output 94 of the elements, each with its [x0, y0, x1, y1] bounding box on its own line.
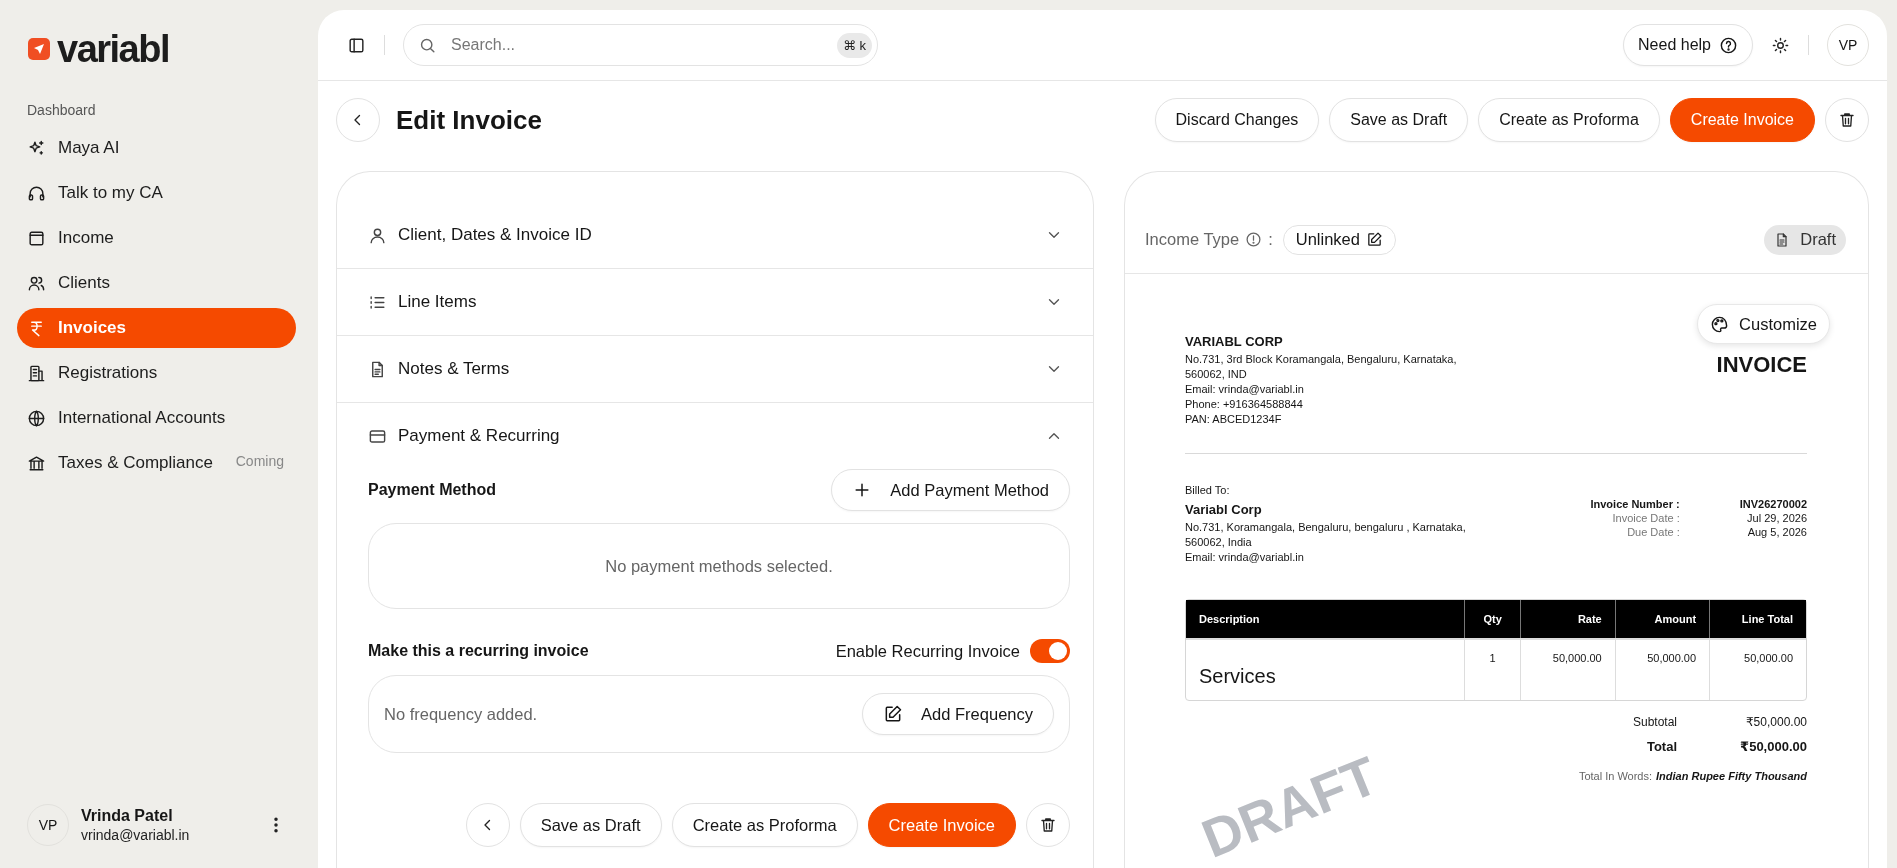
nav-item[interactable]: International Accounts [17, 398, 296, 438]
column-header: Amount [1615, 600, 1711, 638]
client-detail: 560062, India [1185, 535, 1253, 549]
user-email: vrinda@variabl.in [81, 827, 191, 843]
income-type-chip[interactable]: Unlinked [1282, 224, 1396, 255]
total-value: ₹50,000.00 [1744, 715, 1807, 729]
customize-button[interactable]: Customize [1697, 304, 1830, 344]
search-input[interactable]: Search... [449, 35, 825, 55]
company-detail: PAN: ABCED1234F [1185, 412, 1283, 426]
delete-button[interactable] [1026, 803, 1070, 847]
total-label: Total [1645, 739, 1677, 754]
total-in-words-label: Total In Words: [1578, 770, 1653, 782]
palette-icon [1710, 314, 1730, 334]
action-button[interactable]: Save as Draft [1329, 98, 1469, 142]
client-detail: Email: vrinda@variabl.in [1185, 550, 1305, 564]
column-header: Line Total [1710, 600, 1806, 638]
company-detail: Email: vrinda@variabl.in [1185, 382, 1305, 396]
table-cell: Services [1186, 638, 1465, 700]
meta-value: INV26270002 [1739, 498, 1807, 510]
accordion-header[interactable]: Notes & Terms [337, 336, 1093, 403]
add-frequency-button[interactable]: Add Frequency [862, 693, 1054, 735]
billed-to-label: Billed To: [1185, 484, 1231, 496]
nav-item[interactable]: Taxes & Compliance Coming [17, 443, 296, 483]
create-invoice-button[interactable]: Create Invoice [1669, 98, 1815, 142]
column-header: Description [1186, 600, 1465, 638]
edit-icon [1366, 231, 1383, 248]
help-button[interactable]: Need help [1623, 24, 1753, 66]
meta-value: Aug 5, 2026 [1746, 526, 1807, 538]
bank-icon [27, 453, 46, 473]
logo-icon [27, 37, 51, 61]
empty-state-text: No frequency added. [384, 704, 538, 724]
column-header: Rate [1521, 600, 1616, 638]
table-cell: 50,000.00 [1615, 638, 1711, 700]
coming-label: Coming [235, 453, 285, 469]
action-button[interactable]: Create as Proforma [1478, 98, 1660, 142]
table-cell: 50,000.00 [1710, 638, 1806, 700]
accordion-header[interactable]: Line Items [337, 269, 1093, 336]
client-detail: No.731, Koramangala, Bengaluru, bengaluru , Karnataka, [1185, 520, 1466, 534]
toggle-label: Enable Recurring Invoice [835, 641, 1020, 661]
sparkles-icon [27, 138, 46, 158]
help-icon [1719, 35, 1738, 55]
action-button[interactable]: Discard Changes [1154, 98, 1320, 142]
nav-item[interactable]: Clients [17, 263, 296, 303]
delete-button[interactable] [1825, 98, 1869, 142]
delete-icon [1838, 111, 1856, 129]
total-in-words-value: Indian Rupee Fifty Thousand [1656, 770, 1807, 782]
accordion-header[interactable]: Payment & Recurring [337, 403, 1093, 469]
nav-item[interactable]: Maya AI [17, 128, 296, 168]
section-heading: Make this a recurring invoice [368, 642, 589, 660]
building-icon [27, 363, 46, 383]
nav-item[interactable]: Registrations [17, 353, 296, 393]
globe-icon [27, 408, 46, 428]
shortcut-key: ⌘ k [836, 32, 872, 58]
total-label: Subtotal [1632, 715, 1677, 729]
company-detail: Phone: +916364588844 [1185, 397, 1304, 411]
company-detail: No.731, 3rd Block Koramangala, Bengaluru, Karnataka, [1185, 352, 1457, 366]
status-badge: Draft [1764, 224, 1846, 255]
headphones-icon [27, 183, 46, 203]
nav-item[interactable]: Talk to my CA [17, 173, 296, 213]
sidebar-toggle-icon[interactable] [347, 35, 366, 55]
action-button[interactable]: Create as Proforma [671, 803, 858, 847]
action-button[interactable]: Save as Draft [519, 803, 662, 847]
add-payment-method-button[interactable]: Add Payment Method [831, 469, 1070, 511]
separator-text: : [1268, 230, 1273, 249]
delete-icon [1039, 816, 1057, 834]
total-value: ₹50,000.00 [1739, 739, 1807, 754]
section-label: Dashboard [26, 101, 97, 120]
column-header: Qty [1465, 600, 1522, 638]
income-type-label: Income Type [1145, 230, 1240, 249]
user-name: Vrinda Patel [81, 807, 174, 825]
section-heading: Payment Method [368, 481, 496, 499]
empty-state-text: No payment methods selected. [605, 556, 833, 576]
create-invoice-button[interactable]: Create Invoice [867, 803, 1016, 847]
nav-item[interactable]: Invoices [17, 308, 296, 348]
edit-icon [883, 704, 904, 724]
document-title: INVOICE [1716, 352, 1807, 378]
accordion-header[interactable]: Client, Dates & Invoice ID [337, 202, 1093, 269]
client-name: Variabl Corp [1185, 502, 1263, 517]
meta-label: Invoice Date : [1611, 512, 1680, 524]
table-cell: 50,000.00 [1521, 638, 1616, 700]
user-icon [368, 225, 387, 245]
info-icon [1245, 231, 1263, 248]
meta-label: Due Date : [1626, 526, 1680, 538]
theme-toggle-icon[interactable] [1771, 35, 1790, 55]
logo-text: variabl [57, 30, 170, 68]
wallet-icon [27, 228, 46, 248]
toggle-switch[interactable] [1030, 639, 1070, 663]
company-detail: 560062, IND [1185, 367, 1248, 381]
company-name: VARIABL CORP [1185, 334, 1284, 349]
page-title: Edit Invoice [396, 104, 542, 136]
table-cell: 1 [1465, 638, 1522, 700]
meta-label: Invoice Number : [1590, 498, 1680, 510]
nav-item[interactable]: Income [17, 218, 296, 258]
meta-value: Jul 29, 2026 [1746, 512, 1807, 524]
